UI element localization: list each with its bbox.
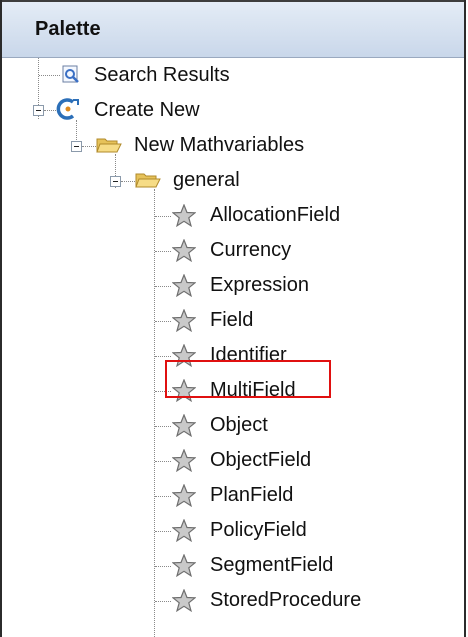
tree-leaf-item[interactable]: Field xyxy=(2,303,464,337)
tree-leaf-item[interactable]: Expression xyxy=(2,268,464,302)
tree-item-label: AllocationField xyxy=(210,204,341,226)
tree-leaf-item[interactable]: Currency xyxy=(2,233,464,267)
star-icon xyxy=(172,414,196,437)
tree-item-label: PolicyField xyxy=(210,519,307,541)
tree-item-label: Create New xyxy=(94,99,200,121)
create-new-icon xyxy=(56,98,79,120)
palette-tree: Search Results Create New New Mathvariab… xyxy=(2,58,464,637)
tree-connector xyxy=(121,181,135,182)
tree-item-label: StoredProcedure xyxy=(210,589,362,611)
tree-item-label: Object xyxy=(210,414,268,436)
palette-panel: Palette Search Results Create New New Ma… xyxy=(0,0,466,637)
tree-connector xyxy=(155,531,171,532)
tree-item-label: New Mathvariables xyxy=(134,134,305,156)
tree-leaf-item[interactable]: PolicyField xyxy=(2,513,464,547)
star-icon xyxy=(172,204,196,227)
tree-leaf-item[interactable]: PlanField xyxy=(2,478,464,512)
star-icon xyxy=(172,239,196,262)
tree-item-label: Expression xyxy=(210,274,309,296)
tree-connector xyxy=(155,216,171,217)
tree-connector xyxy=(155,251,171,252)
star-icon xyxy=(172,274,196,297)
multifield-highlight-box xyxy=(165,360,331,398)
tree-connector xyxy=(155,601,171,602)
collapse-toggle[interactable] xyxy=(110,176,121,187)
search-results-icon xyxy=(62,65,79,83)
tree-item-label: Search Results xyxy=(94,64,230,86)
tree-item-label: general xyxy=(173,169,240,191)
collapse-toggle[interactable] xyxy=(33,105,44,116)
tree-connector xyxy=(155,321,171,322)
star-icon xyxy=(172,449,196,472)
tree-leaf-item[interactable]: Object xyxy=(2,408,464,442)
tree-item-label: PlanField xyxy=(210,484,294,506)
tree-connector xyxy=(82,146,96,147)
tree-connector xyxy=(155,356,171,357)
tree-connector xyxy=(155,426,171,427)
tree-item-label: ObjectField xyxy=(210,449,312,471)
collapse-toggle[interactable] xyxy=(71,141,82,152)
star-icon xyxy=(172,554,196,577)
tree-item-label: SegmentField xyxy=(210,554,334,576)
star-icon xyxy=(172,484,196,507)
tree-item-search-results[interactable]: Search Results xyxy=(2,58,464,92)
tree-leaf-item[interactable]: AllocationField xyxy=(2,198,464,232)
star-icon xyxy=(172,519,196,542)
tree-leaf-item[interactable]: ObjectField xyxy=(2,443,464,477)
tree-connector xyxy=(155,461,171,462)
tree-connector xyxy=(39,75,60,76)
palette-header: Palette xyxy=(2,0,464,58)
folder-icon xyxy=(96,138,122,153)
folder-icon xyxy=(135,173,161,188)
tree-leaf-item[interactable]: SegmentField xyxy=(2,548,464,582)
palette-title: Palette xyxy=(35,18,101,40)
tree-connector xyxy=(155,286,171,287)
tree-item-label: Field xyxy=(210,309,254,331)
tree-folder-general[interactable]: general xyxy=(2,163,464,197)
star-icon xyxy=(172,589,196,612)
tree-item-label: Currency xyxy=(210,239,292,261)
tree-item-create-new[interactable]: Create New xyxy=(2,93,464,127)
tree-leaf-item[interactable]: StoredProcedure xyxy=(2,583,464,617)
tree-connector xyxy=(44,110,56,111)
tree-connector xyxy=(155,496,171,497)
tree-folder-new-mathvariables[interactable]: New Mathvariables xyxy=(2,128,464,162)
tree-connector xyxy=(155,566,171,567)
star-icon xyxy=(172,309,196,332)
